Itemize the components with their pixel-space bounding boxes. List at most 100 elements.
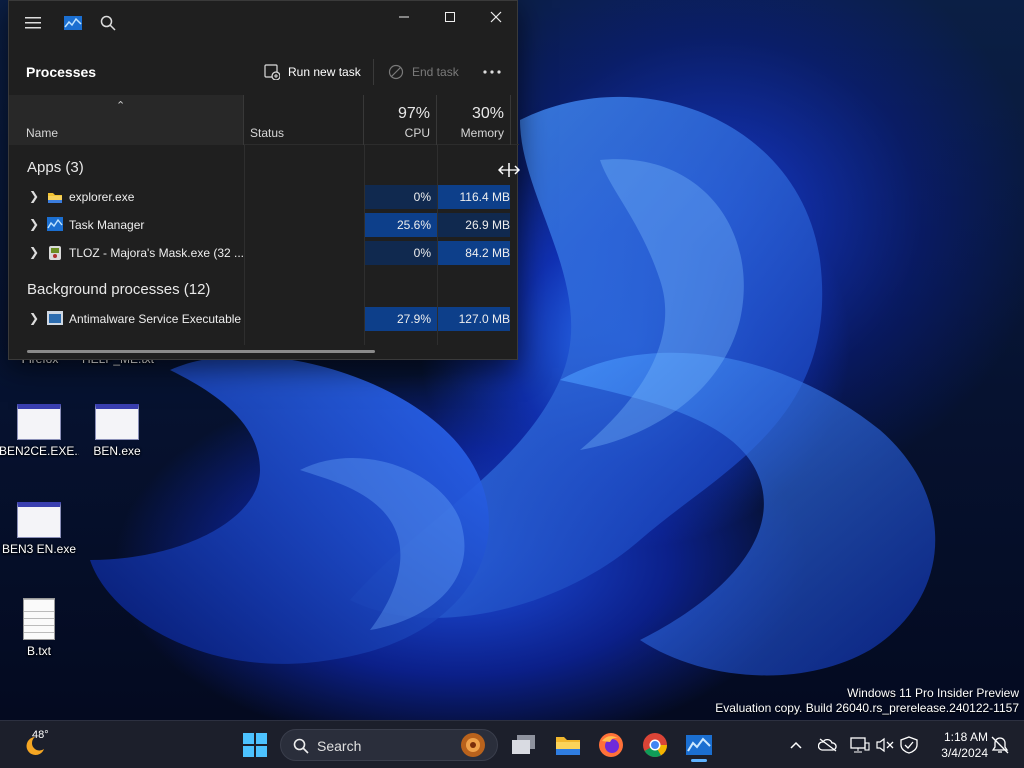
process-cpu: 0% bbox=[365, 241, 437, 265]
chrome-button[interactable] bbox=[636, 727, 674, 763]
process-row-antimalware[interactable]: ❯ Antimalware Service Executable 27.9% 1… bbox=[9, 305, 519, 333]
desktop-icon-label: B.txt bbox=[26, 644, 51, 658]
search-highlight-icon bbox=[461, 733, 485, 757]
maximize-button[interactable] bbox=[427, 1, 473, 33]
task-manager-taskbar-button[interactable] bbox=[680, 727, 718, 763]
resize-cursor-icon bbox=[497, 163, 521, 177]
process-table: ⌃ Name Status 97% CPU 30% Memory Apps (3… bbox=[9, 95, 519, 345]
volume-muted-icon bbox=[876, 737, 894, 753]
end-task-icon bbox=[387, 63, 405, 81]
program-window-icon bbox=[95, 404, 139, 440]
title-bar[interactable] bbox=[9, 1, 519, 47]
chevron-up-icon bbox=[790, 741, 802, 749]
desktop-icon-ben2ce[interactable]: BEN2CE.EXE... bbox=[0, 404, 79, 458]
desktop-icon-label: BEN.exe bbox=[93, 444, 141, 458]
process-memory: 127.0 MB bbox=[438, 307, 510, 331]
defender-icon bbox=[47, 311, 63, 327]
program-window-icon bbox=[17, 404, 61, 440]
onedrive-offline-icon bbox=[818, 738, 837, 752]
horizontal-scrollbar[interactable] bbox=[27, 350, 375, 353]
column-label-status: Status bbox=[250, 126, 285, 140]
expand-chevron-icon[interactable]: ❯ bbox=[29, 189, 41, 203]
expand-chevron-icon[interactable]: ❯ bbox=[29, 245, 41, 259]
clock-date: 3/4/2024 bbox=[941, 746, 988, 760]
process-row-task-manager[interactable]: ❯ Task Manager 25.6% 26.9 MB bbox=[9, 211, 519, 239]
column-label-cpu: CPU bbox=[404, 126, 430, 140]
process-row-majoras-mask[interactable]: ❯ TLOZ - Majora's Mask.exe (32 ... 0% 84… bbox=[9, 239, 519, 267]
network-button[interactable] bbox=[848, 733, 872, 757]
desktop-icon-ben[interactable]: BEN.exe bbox=[77, 404, 157, 458]
file-explorer-button[interactable] bbox=[549, 727, 587, 763]
app-logo bbox=[59, 9, 87, 37]
watermark-line-1: Windows 11 Pro Insider Preview bbox=[847, 686, 1019, 700]
maximize-icon bbox=[445, 12, 455, 22]
expand-chevron-icon[interactable]: ❯ bbox=[29, 311, 41, 325]
command-bar: Processes Run new task End task bbox=[9, 51, 519, 93]
end-task-button[interactable]: End task bbox=[387, 61, 459, 83]
table-header: ⌃ Name Status 97% CPU 30% Memory bbox=[9, 95, 519, 145]
security-button[interactable] bbox=[897, 733, 921, 757]
process-name: explorer.exe bbox=[69, 190, 135, 204]
memory-total-percent: 30% bbox=[471, 105, 504, 122]
close-icon bbox=[490, 11, 502, 23]
sort-ascending-icon: ⌃ bbox=[116, 100, 126, 112]
process-cpu: 0% bbox=[365, 185, 437, 209]
network-icon bbox=[850, 737, 870, 753]
end-task-label: End task bbox=[412, 65, 459, 79]
taskbar-search-box[interactable]: Search bbox=[280, 729, 498, 761]
cpu-total-percent: 97% bbox=[397, 105, 430, 122]
desktop-icon-label: BEN3 EN.exe bbox=[1, 542, 77, 556]
hamburger-icon bbox=[25, 17, 41, 29]
folder-icon bbox=[556, 737, 580, 755]
group-header-background: Background processes (12) bbox=[27, 281, 211, 298]
desktop-icon-label: BEN2CE.EXE... bbox=[0, 444, 79, 458]
onedrive-button[interactable] bbox=[816, 733, 840, 757]
close-button[interactable] bbox=[473, 1, 519, 33]
notifications-button[interactable] bbox=[988, 733, 1012, 757]
run-task-icon bbox=[263, 63, 281, 81]
process-cpu: 27.9% bbox=[365, 307, 437, 331]
hamburger-menu-button[interactable] bbox=[19, 9, 47, 37]
process-memory: 84.2 MB bbox=[438, 241, 510, 265]
desktop-icon-ben3-en[interactable]: BEN3 EN.exe bbox=[0, 502, 79, 556]
more-options-button[interactable] bbox=[483, 61, 501, 83]
task-manager-window[interactable]: Processes Run new task End task ⌃ Name S… bbox=[8, 0, 519, 360]
task-view-button[interactable] bbox=[505, 727, 543, 763]
windows-logo-icon bbox=[243, 733, 267, 757]
divider bbox=[373, 59, 374, 85]
run-new-task-button[interactable]: Run new task bbox=[263, 61, 361, 83]
search-button[interactable] bbox=[94, 9, 122, 37]
program-window-icon bbox=[17, 502, 61, 538]
system-clock[interactable]: 1:18 AM 3/4/2024 bbox=[924, 729, 988, 761]
taskmgr-icon bbox=[64, 16, 82, 30]
evaluation-watermark: Windows 11 Pro Insider Preview Evaluatio… bbox=[715, 686, 1019, 715]
expand-chevron-icon[interactable]: ❯ bbox=[29, 217, 41, 231]
minimize-icon bbox=[399, 16, 409, 18]
column-label-name: Name bbox=[26, 126, 59, 140]
volume-button[interactable] bbox=[873, 733, 897, 757]
weather-widget[interactable]: 48° bbox=[14, 727, 54, 763]
task-view-icon bbox=[512, 735, 535, 754]
search-label: Search bbox=[317, 738, 362, 754]
column-header-name[interactable]: ⌃ Name bbox=[9, 95, 244, 145]
page-title: Processes bbox=[26, 64, 97, 80]
desktop-icon-b-txt[interactable]: B.txt bbox=[0, 598, 79, 658]
minimize-button[interactable] bbox=[381, 1, 427, 33]
watermark-line-2: Evaluation copy. Build 26040.rs_prerelea… bbox=[715, 701, 1019, 715]
show-hidden-icons-button[interactable] bbox=[784, 733, 808, 757]
column-header-cpu[interactable]: 97% CPU bbox=[364, 95, 437, 145]
process-name: Task Manager bbox=[69, 218, 145, 232]
shield-icon bbox=[900, 736, 918, 754]
taskmgr-icon bbox=[47, 217, 63, 233]
text-file-icon bbox=[23, 598, 55, 640]
firefox-button[interactable] bbox=[592, 727, 630, 763]
folder-icon bbox=[47, 189, 63, 205]
column-header-memory[interactable]: 30% Memory bbox=[437, 95, 511, 145]
start-button[interactable] bbox=[236, 727, 274, 763]
process-row-explorer[interactable]: ❯ explorer.exe 0% 116.4 MB bbox=[9, 183, 519, 211]
group-header-apps: Apps (3) bbox=[27, 159, 84, 176]
process-cpu: 25.6% bbox=[365, 213, 437, 237]
game-icon bbox=[47, 245, 63, 261]
column-header-status[interactable]: Status bbox=[244, 95, 364, 145]
process-name: Antimalware Service Executable bbox=[69, 312, 242, 326]
